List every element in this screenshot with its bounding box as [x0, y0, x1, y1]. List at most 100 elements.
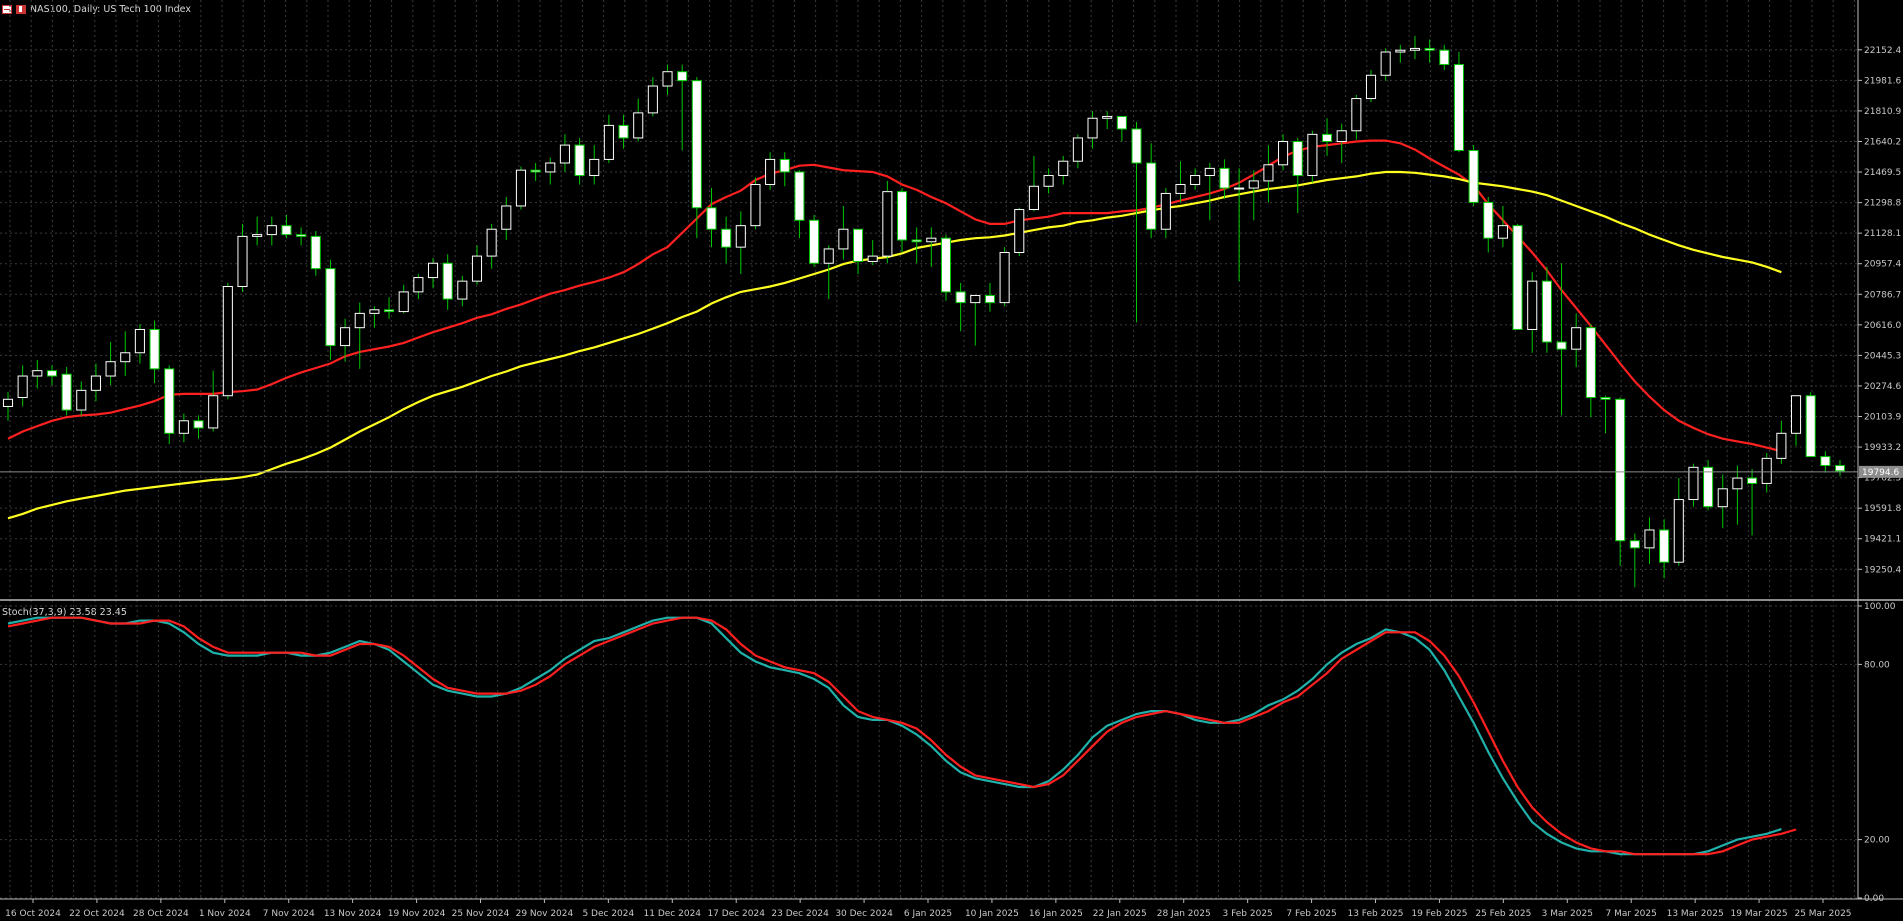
y-tick-label: 21640.2 [1864, 137, 1901, 147]
candle-body [1424, 47, 1435, 51]
candle-body [1483, 201, 1494, 239]
candle-body [926, 237, 937, 243]
candle-body [1615, 398, 1626, 542]
candle-body [735, 225, 746, 248]
candle-body [340, 327, 351, 347]
candle-body [1527, 280, 1538, 330]
candle-body [647, 85, 658, 114]
candle-body [1703, 466, 1714, 508]
candle-body [1116, 115, 1127, 130]
candle-body [252, 234, 263, 237]
candle-body [149, 328, 160, 370]
candle-body [618, 124, 629, 139]
candle-body [90, 375, 101, 391]
candle-body [1278, 141, 1289, 166]
candle-body [442, 262, 453, 300]
candle-body [325, 268, 336, 347]
candle-body [1131, 128, 1142, 164]
candle-body [515, 169, 527, 207]
candle-body [1834, 465, 1846, 472]
x-tick-label: 16 Jan 2025 [1029, 909, 1083, 919]
candle-body [794, 171, 805, 221]
candle-body [120, 352, 131, 363]
candle-body [1043, 175, 1054, 187]
y-tick-label: 19421.1 [1864, 535, 1901, 545]
candle-body [1072, 137, 1083, 162]
candle-body [1644, 529, 1655, 549]
candle-body [1351, 98, 1362, 132]
candle-body [867, 255, 878, 262]
candle-body [677, 71, 688, 82]
y-tick-label: 20786.7 [1864, 290, 1901, 300]
candle-body [1102, 115, 1113, 119]
x-tick-label: 7 Feb 2025 [1286, 909, 1336, 919]
candle-body [1087, 117, 1098, 139]
candle-body [1219, 167, 1230, 189]
candle-body [61, 373, 72, 411]
candle-body [1263, 164, 1274, 182]
x-tick-label: 17 Dec 2024 [707, 909, 765, 919]
candle-body [706, 207, 717, 230]
candle-body [266, 225, 277, 236]
candle-body [1146, 162, 1157, 230]
candle-body [354, 312, 365, 329]
candle-body [955, 291, 966, 304]
candle-body [1717, 488, 1728, 508]
y-tick-label: 20274.6 [1864, 382, 1901, 392]
candle-body [750, 183, 761, 227]
y-tick-label: 19933.2 [1864, 443, 1901, 453]
y-tick-label: 20616.0 [1864, 321, 1901, 331]
candle-body [1747, 477, 1758, 484]
candle-body [559, 144, 570, 164]
price-chart[interactable]: 22152.4 21981.6 21810.9 21640.2 21469.5 21298… [0, 0, 1903, 921]
x-tick-label: 3 Feb 2025 [1222, 909, 1272, 919]
y-tick-label: 21469.5 [1864, 168, 1901, 178]
x-tick-label: 28 Oct 2024 [133, 909, 189, 919]
y-tick-label: 100.00 [1864, 602, 1896, 612]
candle-body [853, 228, 864, 262]
candle-body [1014, 209, 1025, 254]
candle-body [1673, 499, 1684, 563]
candle-body [1380, 51, 1391, 76]
candle-body [46, 370, 58, 377]
candle-body [398, 291, 409, 313]
y-tick-label: 20103.9 [1864, 412, 1901, 422]
candle-body [1541, 280, 1552, 343]
candle-body [32, 370, 43, 377]
candle-body [779, 158, 790, 173]
candle-body [911, 239, 922, 243]
x-tick-label: 22 Jan 2025 [1093, 909, 1147, 919]
candle-body [1175, 183, 1186, 194]
x-tick-label: 7 Mar 2025 [1606, 909, 1657, 919]
candle-body [369, 309, 380, 314]
y-tick-label: 20.00 [1864, 836, 1890, 846]
y-tick-label: 20957.4 [1864, 260, 1901, 270]
candle-body [413, 277, 424, 293]
candle-body [1776, 432, 1787, 459]
candle-body [1556, 341, 1567, 350]
candle-body [76, 389, 87, 411]
x-tick-label: 5 Dec 2024 [582, 909, 634, 919]
candle-body [296, 234, 307, 237]
candle-body [164, 368, 175, 434]
candle-body [662, 71, 673, 87]
x-tick-label: 10 Jan 2025 [965, 909, 1019, 919]
candle-body [237, 235, 248, 288]
candle-body [1732, 477, 1743, 490]
candle-body [1248, 180, 1259, 189]
candle-body [486, 228, 497, 257]
candle-body [1468, 149, 1479, 203]
candle-body [427, 262, 439, 279]
candle-body [691, 80, 702, 209]
candle-body [1292, 141, 1303, 177]
candle-body [838, 228, 849, 250]
candle-body [457, 280, 468, 300]
candle-body [1321, 133, 1333, 143]
candle-body [574, 144, 585, 177]
x-tick-label: 29 Nov 2024 [516, 909, 574, 919]
candle-body [882, 191, 893, 257]
candle-body [589, 158, 600, 177]
x-tick-label: 28 Jan 2025 [1157, 909, 1211, 919]
candle-body [1600, 397, 1611, 400]
candle-body [178, 420, 189, 434]
